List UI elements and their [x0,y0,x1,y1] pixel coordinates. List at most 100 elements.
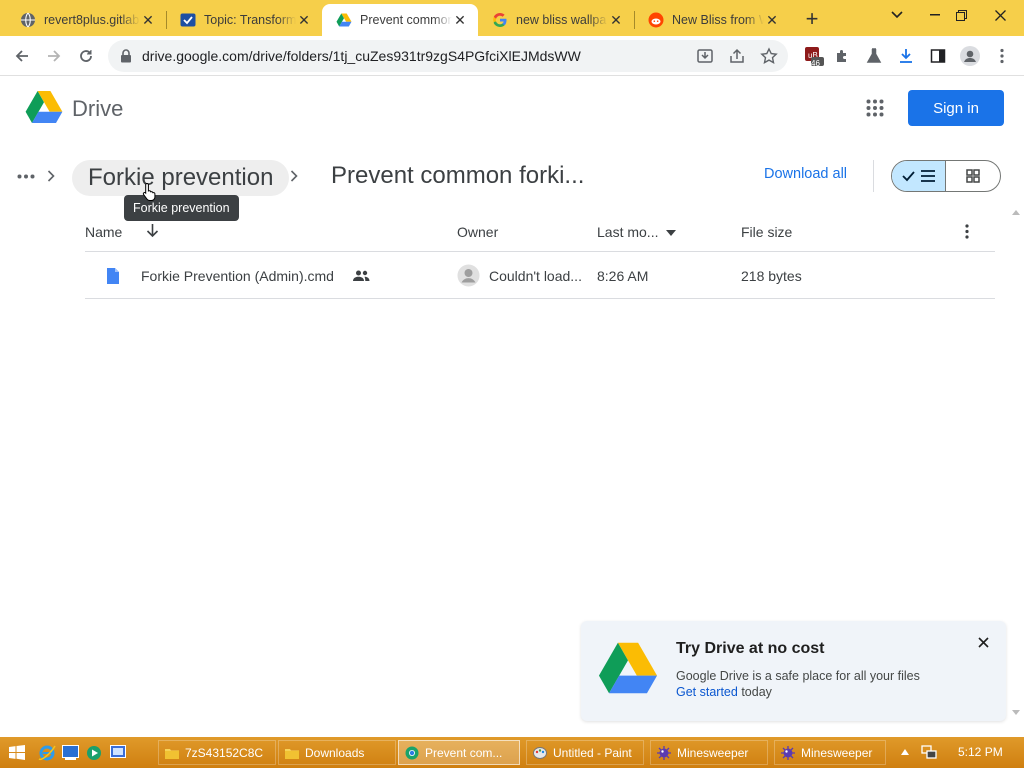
mouse-pointer-hand-icon [142,182,158,202]
side-panel-icon[interactable] [924,42,952,70]
taskbar-item-label: Minesweeper [677,745,749,760]
browser-menu-icon[interactable] [988,42,1016,70]
system-window-icon[interactable] [110,745,126,760]
grid-view-button[interactable] [946,161,1000,191]
download-icon[interactable] [892,42,920,70]
download-all-button[interactable]: Download all [764,166,847,182]
apps-grid-icon[interactable] [866,99,884,117]
url-text: drive.google.com/drive/folders/1tj_cuZes… [142,48,581,64]
scroll-up-arrow-icon[interactable] [1012,210,1020,215]
promo-text-line: Google Drive is a safe place for all you… [676,669,920,683]
close-promo-icon[interactable] [978,637,989,648]
folder-icon [285,746,299,760]
try-drive-promo-card: Try Drive at no cost Google Drive is a s… [581,621,1006,721]
caret-down-icon[interactable] [666,230,676,236]
column-options-kebab-icon[interactable] [965,224,969,239]
taskbar-item-chrome[interactable]: Prevent com... [398,740,520,765]
close-window-button[interactable] [976,0,1024,30]
folder-icon [165,746,179,760]
owner-avatar-icon [457,264,480,287]
app-title[interactable]: Drive [72,96,123,122]
row-divider [85,298,995,299]
taskbar-item-7zs[interactable]: 7zS43152C8C [158,740,276,765]
column-header-file-size[interactable]: File size [741,224,792,240]
sort-arrow-down-icon[interactable] [146,223,159,238]
column-header-owner[interactable]: Owner [457,224,498,240]
column-header-name[interactable]: Name [85,224,122,240]
bookmark-star-icon[interactable] [760,47,778,65]
forward-button[interactable] [40,42,68,70]
close-tab-icon[interactable]: ✕ [140,12,156,28]
profile-avatar-icon[interactable] [956,42,984,70]
windows-taskbar: 7zS43152C8C Downloads Prevent com... Unt… [0,737,1024,768]
tab-title: revert8plus.gitlab [44,13,140,27]
address-bar[interactable]: drive.google.com/drive/folders/1tj_cuZes… [108,40,788,72]
scroll-down-arrow-icon[interactable] [1012,710,1020,715]
taskbar-item-label: 7zS43152C8C [185,745,264,760]
back-button[interactable] [8,42,36,70]
tab-search-chevron-icon[interactable] [880,0,914,30]
taskbar-item-label: Prevent com... [425,745,503,760]
list-view-icon [901,169,936,183]
drive-icon [336,12,352,28]
taskbar-item-label: Downloads [305,745,365,760]
tab-title: Prevent common [360,13,452,27]
restore-button[interactable] [944,0,978,30]
extension-badge-icon[interactable]: uB 46 [800,42,828,70]
forum-icon [180,12,196,28]
labs-flask-icon[interactable] [860,42,888,70]
taskbar-item-downloads[interactable]: Downloads [278,740,396,765]
browser-toolbar: drive.google.com/drive/folders/1tj_cuZes… [0,36,1024,76]
grid-view-icon [966,169,980,183]
reload-button[interactable] [72,42,100,70]
close-tab-icon[interactable]: ✕ [296,12,312,28]
taskbar-item-minesweeper[interactable]: Minesweeper [650,740,768,765]
column-header-last-modified[interactable]: Last mo... [597,224,658,240]
new-tab-button[interactable]: + [798,5,826,33]
tray-expand-arrow-icon[interactable] [901,749,909,755]
promo-title: Try Drive at no cost [676,640,825,657]
drive-logo-icon[interactable] [25,90,63,124]
tab-new-bliss-wallpaper[interactable]: new bliss wallpa ✕ [478,4,634,36]
shared-people-icon [353,270,370,281]
tab-title: Topic: Transform [204,13,296,27]
tab-new-bliss-reddit[interactable]: New Bliss from W ✕ [634,4,790,36]
taskbar-clock[interactable]: 5:12 PM [958,745,1003,759]
more-breadcrumbs-icon[interactable] [17,174,35,179]
drive-logo-icon [598,641,658,695]
extensions-puzzle-icon[interactable] [828,42,856,70]
sign-in-button[interactable]: Sign in [908,90,1004,126]
minesweeper-icon [657,745,671,760]
share-icon[interactable] [728,47,746,65]
file-size: 218 bytes [741,268,802,284]
file-name[interactable]: Forkie Prevention (Admin).cmd [141,268,334,284]
promo-description: Google Drive is a safe place for all you… [676,668,996,700]
tab-title: new bliss wallpa [516,13,607,27]
list-view-button[interactable] [892,161,947,191]
show-desktop-icon[interactable] [62,745,79,760]
breadcrumb-current-folder: Prevent common forki... [331,162,585,189]
taskbar-item-paint[interactable]: Untitled - Paint [526,740,644,765]
close-tab-icon[interactable]: ✕ [608,12,624,28]
close-tab-icon[interactable]: ✕ [452,12,468,28]
tab-topic-transform[interactable]: Topic: Transform ✕ [166,4,322,36]
last-modified: 8:26 AM [597,268,649,284]
get-started-link[interactable]: Get started [676,685,738,699]
tab-prevent-common[interactable]: Prevent common ✕ [322,4,478,36]
start-windows-icon[interactable] [9,745,25,760]
taskbar-item-minesweeper-2[interactable]: Minesweeper [774,740,886,765]
chevron-right-icon [47,170,55,182]
internet-explorer-icon[interactable] [38,744,56,761]
network-tray-icon[interactable] [921,744,938,761]
google-icon [492,12,508,28]
lock-icon[interactable] [120,49,132,63]
chevron-right-icon [290,170,298,182]
install-app-icon[interactable] [696,47,714,65]
tab-revert8plus[interactable]: revert8plus.gitlab ✕ [6,4,166,36]
view-toggle[interactable] [891,160,1001,192]
taskbar-item-label: Minesweeper [801,745,873,760]
breadcrumb-parent-folder[interactable]: Forkie prevention [72,160,290,196]
media-player-icon[interactable] [86,745,102,761]
close-tab-icon[interactable]: ✕ [764,12,780,28]
chrome-icon [405,746,419,760]
